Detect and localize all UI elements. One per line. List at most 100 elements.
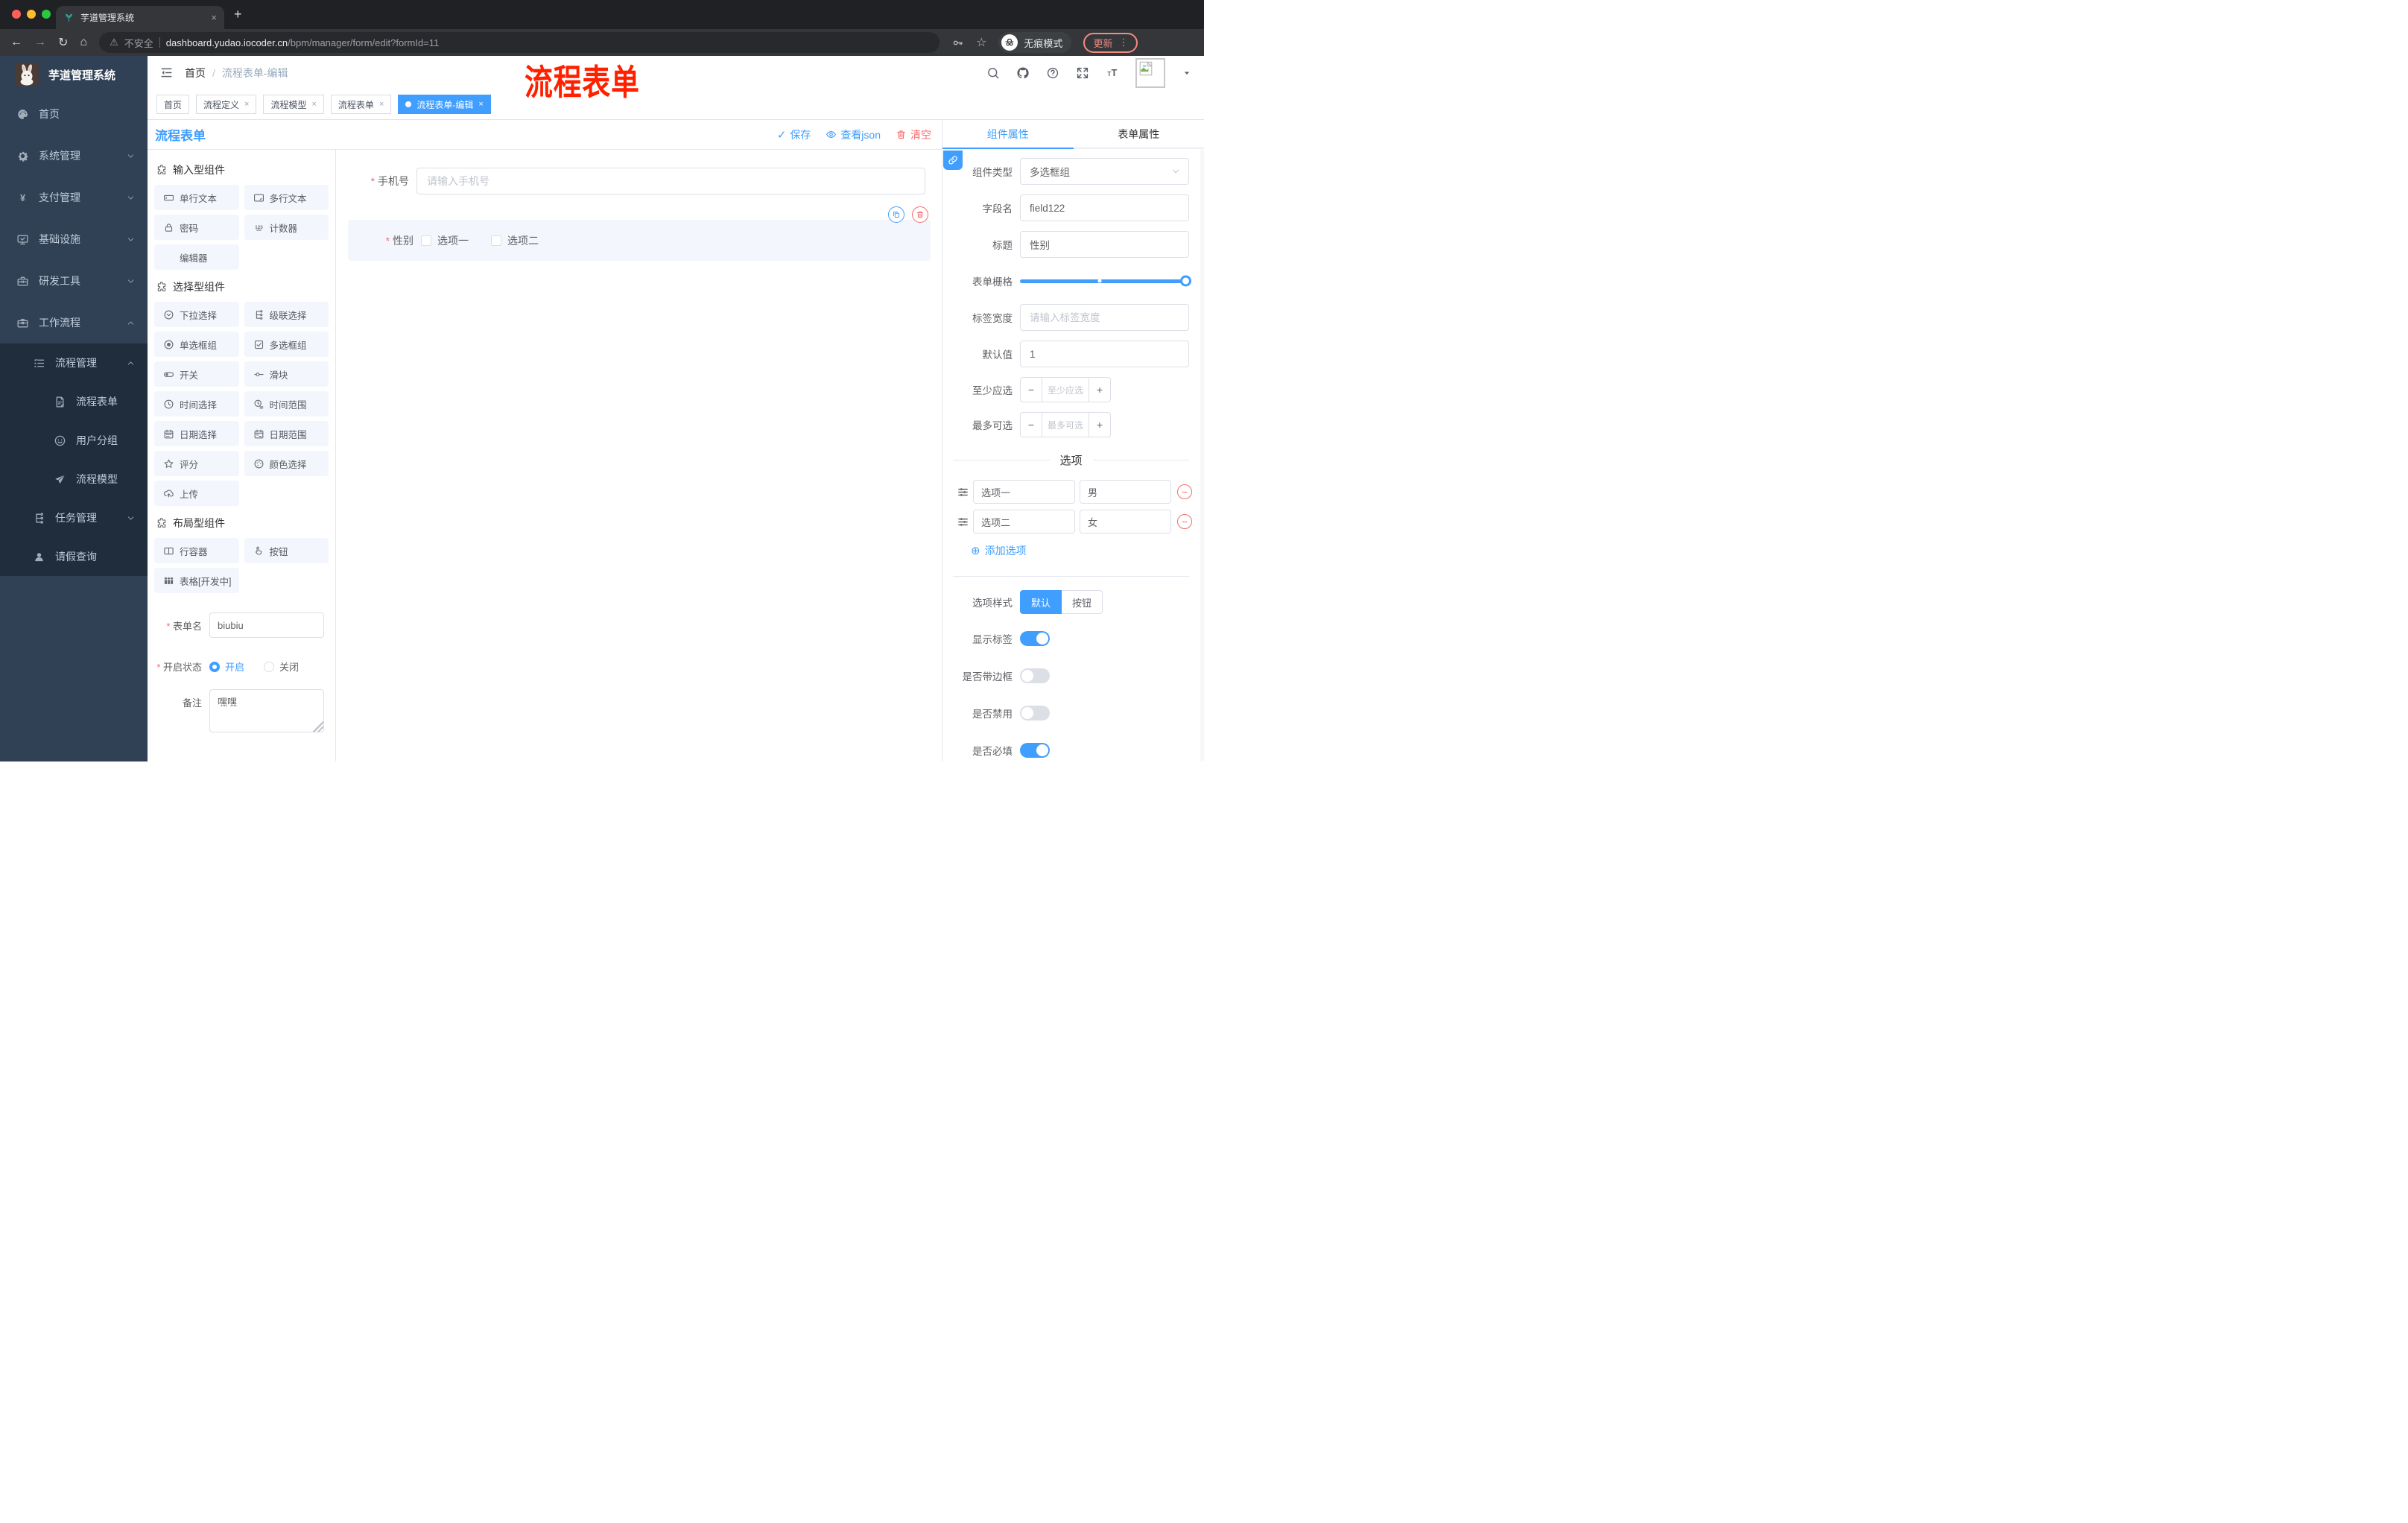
sidebar-item-task-mgmt[interactable]: 任务管理 xyxy=(0,498,148,537)
page-tab[interactable]: 流程表单-编辑 × xyxy=(398,95,491,114)
sidebar-item-infrastructure[interactable]: 基础设施 xyxy=(0,218,148,260)
toggle-switch[interactable] xyxy=(1020,743,1050,758)
drag-handle-icon[interactable] xyxy=(957,486,969,498)
option-value-input[interactable] xyxy=(1080,510,1171,533)
palette-item[interactable]: 开关 xyxy=(154,361,239,387)
palette-item[interactable]: 密码 xyxy=(154,215,239,240)
sidebar-item-dev-tools[interactable]: 研发工具 xyxy=(0,260,148,302)
save-button[interactable]: ✓ 保存 xyxy=(777,127,811,142)
decrease-button[interactable]: − xyxy=(1021,378,1042,402)
browser-menu-icon[interactable]: ⋮ xyxy=(1118,37,1128,48)
close-tab-icon[interactable]: × xyxy=(211,12,217,23)
sidebar-item-process-mgmt[interactable]: 流程管理 xyxy=(0,343,148,382)
palette-item[interactable]: 颜色选择 xyxy=(244,451,329,476)
palette-item[interactable]: 滑块 xyxy=(244,361,329,387)
title-input[interactable] xyxy=(1020,231,1189,258)
key-icon[interactable] xyxy=(951,37,964,49)
gender-option-2[interactable]: 选项二 xyxy=(491,233,539,248)
window-controls[interactable] xyxy=(12,10,51,19)
close-tab-icon[interactable]: × xyxy=(478,100,483,109)
increase-button[interactable]: + xyxy=(1089,378,1110,402)
decrease-button[interactable]: − xyxy=(1021,413,1042,437)
close-window-button[interactable] xyxy=(12,10,21,19)
segment-button[interactable]: 按钮 xyxy=(1062,590,1103,614)
toggle-switch[interactable] xyxy=(1020,706,1050,721)
page-tab[interactable]: 流程模型 × xyxy=(263,95,324,114)
palette-item[interactable]: 表格[开发中] xyxy=(154,568,239,593)
bookmark-star-icon[interactable]: ☆ xyxy=(976,35,986,50)
palette-item[interactable]: 上传 xyxy=(154,481,239,506)
component-type-select[interactable]: 多选框组 xyxy=(1020,158,1189,185)
zoom-window-button[interactable] xyxy=(42,10,51,19)
toggle-switch[interactable] xyxy=(1020,668,1050,683)
font-size-icon[interactable]: TT xyxy=(1106,66,1119,80)
sidebar-item-payment-mgmt[interactable]: ¥ 支付管理 xyxy=(0,177,148,218)
avatar-caret-icon[interactable] xyxy=(1182,68,1192,78)
sidebar-item-workflow[interactable]: 工作流程 xyxy=(0,302,148,343)
delete-component-button[interactable] xyxy=(912,206,928,223)
back-icon[interactable]: ← xyxy=(10,36,22,49)
phone-input[interactable] xyxy=(416,168,925,194)
palette-item[interactable]: 多选框组 xyxy=(244,332,329,357)
selected-component-gender[interactable]: 性别 选项一 选项二 xyxy=(348,220,931,261)
close-tab-icon[interactable]: × xyxy=(311,100,316,109)
close-tab-icon[interactable]: × xyxy=(244,100,249,109)
segment-default[interactable]: 默认 xyxy=(1020,590,1062,614)
sidebar-item-home[interactable]: 首页 xyxy=(0,93,148,135)
address-bar[interactable]: ⚠ 不安全 dashboard.yudao.iocoder.cn/bpm/man… xyxy=(99,32,940,53)
default-value-input[interactable] xyxy=(1020,341,1189,367)
palette-item[interactable]: 下拉选择 xyxy=(154,302,239,327)
sidebar-item-system-mgmt[interactable]: 系统管理 xyxy=(0,135,148,177)
status-on-radio[interactable]: 开启 xyxy=(209,659,244,674)
gender-option-1[interactable]: 选项一 xyxy=(421,233,469,248)
palette-item[interactable]: 按钮 xyxy=(244,538,329,563)
sidebar-item-leave-query[interactable]: 请假查询 xyxy=(0,537,148,576)
palette-item[interactable]: 日期选择 xyxy=(154,421,239,446)
add-option-button[interactable]: ⊕ 添加选项 xyxy=(971,543,1189,558)
page-tab[interactable]: 流程表单 × xyxy=(330,95,392,114)
phone-field-row[interactable]: 手机号 xyxy=(336,168,942,194)
help-icon[interactable] xyxy=(1046,66,1059,80)
palette-item[interactable]: 单选框组 xyxy=(154,332,239,357)
field-name-input[interactable] xyxy=(1020,194,1189,221)
page-tab[interactable]: 流程定义 × xyxy=(196,95,257,114)
copy-component-button[interactable] xyxy=(888,206,904,223)
palette-item[interactable]: 多行文本 xyxy=(244,185,329,210)
option-value-input[interactable] xyxy=(1080,480,1171,504)
home-icon[interactable]: ⌂ xyxy=(80,36,87,49)
page-tab[interactable]: 首页 xyxy=(156,95,190,114)
palette-item[interactable]: 123 计数器 xyxy=(244,215,329,240)
slider-handle[interactable] xyxy=(1180,275,1191,287)
fullscreen-icon[interactable] xyxy=(1076,66,1089,80)
new-tab-button[interactable]: + xyxy=(234,5,242,23)
palette-item[interactable]: 行容器 xyxy=(154,538,239,563)
palette-item[interactable]: 时间范围 xyxy=(244,391,329,417)
browser-tab[interactable]: 芋道管理系统 × xyxy=(56,6,224,29)
github-icon[interactable] xyxy=(1016,66,1030,80)
sidebar-item-process-form[interactable]: 流程表单 xyxy=(0,382,148,421)
view-json-button[interactable]: 查看json xyxy=(826,127,881,142)
min-select-stepper[interactable]: − 至少应选 + xyxy=(1020,377,1111,402)
forward-icon[interactable]: → xyxy=(34,36,46,49)
option-label-input[interactable] xyxy=(973,510,1075,533)
breadcrumb-home[interactable]: 首页 xyxy=(185,66,206,80)
palette-item[interactable]: 编辑器 xyxy=(154,244,239,270)
palette-item[interactable]: 单行文本 xyxy=(154,185,239,210)
drag-handle-icon[interactable] xyxy=(957,516,969,528)
sidebar-item-process-model[interactable]: 流程模型 xyxy=(0,460,148,498)
palette-item[interactable]: 评分 xyxy=(154,451,239,476)
update-browser-button[interactable]: 更新 ⋮ xyxy=(1083,32,1138,53)
sidebar-item-user-group[interactable]: 用户分组 xyxy=(0,421,148,460)
sidebar-logo[interactable]: 芋道管理系统 xyxy=(0,56,148,93)
reload-icon[interactable]: ↻ xyxy=(58,35,68,50)
increase-button[interactable]: + xyxy=(1089,413,1110,437)
link-tag[interactable] xyxy=(943,151,963,170)
collapse-sidebar-icon[interactable] xyxy=(159,66,174,80)
remove-option-button[interactable]: − xyxy=(1177,484,1192,499)
max-select-stepper[interactable]: − 最多可选 + xyxy=(1020,412,1111,437)
toggle-switch[interactable] xyxy=(1020,631,1050,646)
avatar[interactable] xyxy=(1135,57,1165,88)
status-off-radio[interactable]: 关闭 xyxy=(264,659,299,674)
palette-item[interactable]: 级联选择 xyxy=(244,302,329,327)
grid-slider[interactable] xyxy=(1020,267,1191,294)
